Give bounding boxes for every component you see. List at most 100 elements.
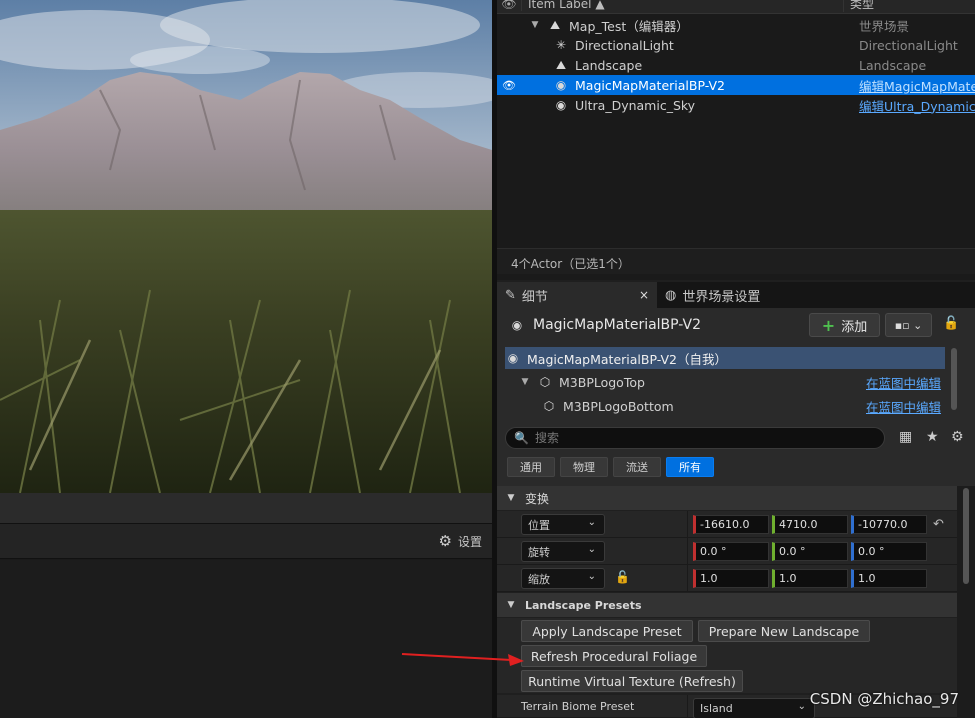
- details-header: ◉ MagicMapMaterialBP-V2 + 添加 ▪▫ ⌄ 🔓: [497, 308, 975, 344]
- collapse-arrow-icon: ▼: [507, 493, 515, 503]
- blueprint-actor-icon: ◉: [511, 318, 523, 332]
- settings-label: 设置: [457, 534, 482, 549]
- item-label-column-header[interactable]: Item Label ▲: [521, 0, 843, 11]
- location-y-field[interactable]: 4710.0: [772, 515, 848, 534]
- terrain-biome-preset-label: Terrain Biome Preset: [521, 700, 635, 713]
- level-viewport[interactable]: [0, 0, 492, 493]
- add-label: 添加: [841, 319, 868, 335]
- outliner-row-map-test[interactable]: ▼ ⛰ Map_Test（编辑器） 世界场景: [497, 15, 975, 35]
- pencil-icon: ✎: [505, 287, 516, 303]
- blueprint-options-button[interactable]: ▪▫ ⌄: [885, 313, 932, 337]
- filter-all[interactable]: 所有: [666, 457, 714, 477]
- right-panel: 👁 Item Label ▲ 类型 ▼ ⛰ Map_Test（编辑器） 世界场景…: [497, 0, 975, 718]
- details-scrollbar[interactable]: [957, 486, 975, 718]
- transform-row-scale: 缩放 ⌄ 🔓 1.0 1.0 1.0: [497, 565, 957, 592]
- search-input[interactable]: [534, 431, 855, 445]
- scale-y-field[interactable]: 1.0: [772, 569, 848, 588]
- rotation-y-field[interactable]: 0.0 °: [772, 542, 848, 561]
- close-icon[interactable]: ×: [639, 288, 649, 302]
- actor-count-status: 4个Actor（已选1个）: [497, 248, 975, 274]
- panel-tabs: ✎ 细节 × ◍ 世界场景设置: [497, 282, 975, 308]
- reset-to-default-icon[interactable]: ↶: [933, 517, 944, 532]
- component-label: M3BPLogoBottom: [563, 398, 674, 414]
- outliner-item-label: MagicMapMaterialBP-V2: [575, 77, 726, 93]
- filter-streaming[interactable]: 流送: [613, 457, 661, 477]
- content-area-empty: [0, 560, 492, 718]
- rotation-z-field[interactable]: 0.0 °: [851, 542, 927, 561]
- section-transform-header[interactable]: ▼ 变换: [497, 486, 957, 510]
- scale-lock-icon[interactable]: 🔓: [615, 570, 630, 584]
- outliner-row-ultra-dynamic-sky[interactable]: ◉ Ultra_Dynamic_Sky 编辑Ultra_Dynamic_: [497, 95, 975, 115]
- edit-in-blueprint-link[interactable]: 在蓝图中编辑: [866, 373, 941, 392]
- section-title: 变换: [525, 491, 550, 506]
- outliner-row-landscape[interactable]: ⛰ Landscape Landscape: [497, 55, 975, 75]
- edit-in-blueprint-link[interactable]: 在蓝图中编辑: [866, 397, 941, 416]
- scale-mode-dropdown[interactable]: 缩放 ⌄: [521, 568, 605, 589]
- viewport-scene-image: [0, 0, 492, 493]
- location-z-field[interactable]: -10770.0: [851, 515, 927, 534]
- chevron-down-icon: ⌄: [587, 571, 596, 582]
- blueprint-actor-icon: ◉: [555, 98, 567, 112]
- outliner-row-magicmapmaterialbp[interactable]: 👁 ◉ MagicMapMaterialBP-V2 编辑MagicMapMate…: [497, 75, 975, 95]
- tab-details[interactable]: ✎ 细节 ×: [497, 282, 657, 308]
- transform-row-rotation: 旋转 ⌄ 0.0 ° 0.0 ° 0.0 °: [497, 538, 957, 565]
- map-icon: ⛰: [549, 17, 561, 32]
- refresh-procedural-foliage-button[interactable]: Refresh Procedural Foliage: [521, 645, 707, 667]
- blueprint-icon: ▪▫ ⌄: [894, 318, 923, 332]
- location-x-field[interactable]: -16610.0: [693, 515, 769, 534]
- outliner-header: 👁 Item Label ▲ 类型: [497, 0, 975, 14]
- scrollbar-thumb[interactable]: [963, 488, 969, 584]
- component-tree-scrollbar[interactable]: [951, 348, 957, 410]
- details-search-box[interactable]: 🔍: [505, 427, 885, 449]
- gear-icon[interactable]: ⚙: [951, 429, 964, 445]
- dropdown-value: Island: [700, 702, 733, 715]
- edit-blueprint-link[interactable]: 编辑MagicMapMater: [851, 76, 975, 95]
- table-view-icon[interactable]: ▦: [899, 429, 912, 445]
- viewport-bottom-strip: [0, 493, 492, 523]
- rotation-mode-dropdown[interactable]: 旋转 ⌄: [521, 541, 605, 562]
- details-properties: ▼ 变换 位置 ⌄ -16610.0 4710.0 -10770.0 ↶ 旋转 …: [497, 486, 975, 718]
- dropdown-value: 旋转: [528, 545, 550, 559]
- filter-physics[interactable]: 物理: [560, 457, 608, 477]
- collapse-arrow-icon: ▼: [507, 600, 515, 610]
- static-mesh-icon: ⬡: [543, 399, 555, 413]
- location-mode-dropdown[interactable]: 位置 ⌄: [521, 514, 605, 535]
- chevron-down-icon: ⌄: [587, 517, 596, 528]
- filter-general[interactable]: 通用: [507, 457, 555, 477]
- outliner-row-directional-light[interactable]: ✳ DirectionalLight DirectionalLight: [497, 35, 975, 55]
- outliner-item-label: Ultra_Dynamic_Sky: [575, 97, 696, 113]
- scale-x-field[interactable]: 1.0: [693, 569, 769, 588]
- runtime-virtual-texture-refresh-button[interactable]: Runtime Virtual Texture (Refresh): [521, 670, 743, 692]
- tab-details-label: 细节: [521, 289, 548, 305]
- gear-icon: ⚙: [438, 532, 452, 550]
- component-row-m3bplogobottom[interactable]: ⬡ M3BPLogoBottom 在蓝图中编辑: [505, 395, 945, 417]
- star-icon[interactable]: ★: [926, 429, 939, 445]
- visibility-column-eye-icon[interactable]: 👁: [497, 0, 521, 11]
- scale-z-field[interactable]: 1.0: [851, 569, 927, 588]
- component-row-self[interactable]: ◉ MagicMapMaterialBP-V2（自我）: [505, 347, 945, 369]
- terrain-biome-preset-dropdown[interactable]: Island ⌄: [693, 698, 815, 718]
- tab-world-settings[interactable]: ◍ 世界场景设置: [657, 282, 768, 308]
- static-mesh-icon: ⬡: [539, 375, 551, 389]
- component-row-m3bplogotop[interactable]: ▼ ⬡ M3BPLogoTop 在蓝图中编辑: [505, 371, 945, 393]
- rotation-x-field[interactable]: 0.0 °: [693, 542, 769, 561]
- dropdown-value: 缩放: [528, 572, 550, 586]
- selected-actor-name: MagicMapMaterialBP-V2: [533, 317, 702, 333]
- lock-icon[interactable]: 🔓: [943, 316, 959, 331]
- landscape-icon: ⛰: [555, 57, 567, 72]
- edit-blueprint-link[interactable]: 编辑Ultra_Dynamic_: [851, 96, 975, 115]
- chevron-down-icon: ⌄: [797, 701, 806, 712]
- type-column-header[interactable]: 类型: [843, 0, 975, 12]
- section-landscape-presets-header[interactable]: ▼ Landscape Presets: [497, 593, 957, 617]
- prepare-new-landscape-button[interactable]: Prepare New Landscape: [698, 620, 870, 642]
- settings-button[interactable]: ⚙ 设置: [439, 532, 482, 550]
- details-search-area: 🔍 ▦ ★ ⚙ 通用 物理 流送 所有: [497, 420, 975, 486]
- collapse-arrow-icon[interactable]: ▼: [519, 377, 531, 387]
- section-title: Landscape Presets: [525, 598, 642, 612]
- collapse-arrow-icon[interactable]: ▼: [529, 20, 541, 30]
- component-label: MagicMapMaterialBP-V2（自我）: [527, 351, 728, 367]
- add-component-button[interactable]: + 添加: [809, 313, 880, 337]
- visibility-eye-icon[interactable]: 👁: [497, 79, 521, 92]
- apply-landscape-preset-button[interactable]: Apply Landscape Preset: [521, 620, 693, 642]
- directional-light-icon: ✳: [555, 38, 567, 52]
